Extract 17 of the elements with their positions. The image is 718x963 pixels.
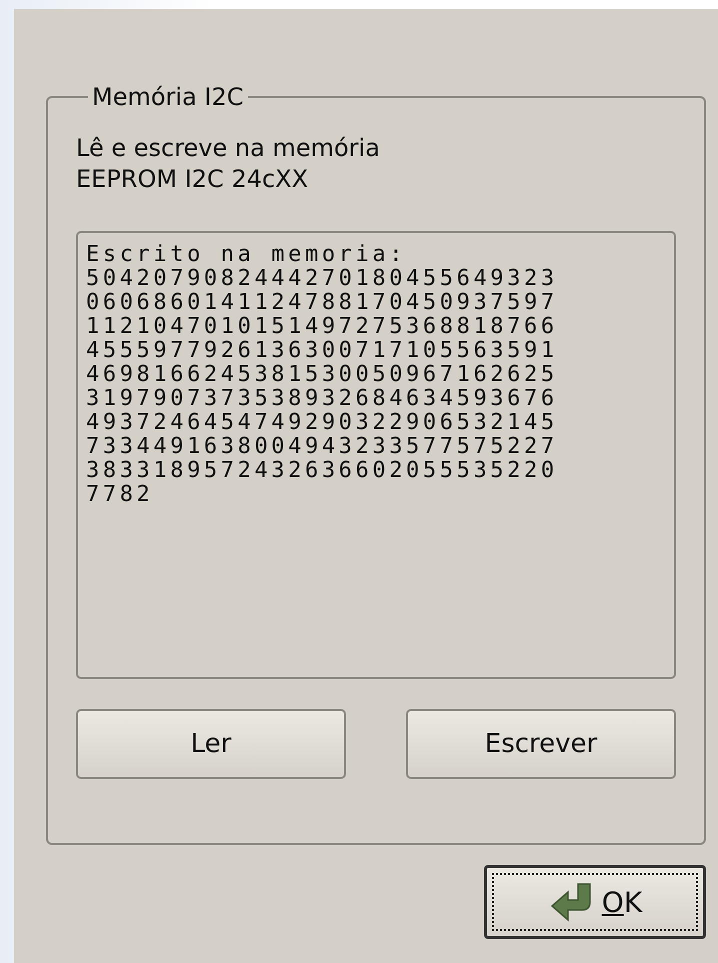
memory-text-line: 3833189572432636602055535220 [86,459,558,483]
memory-text-line: Escrito na memoria: [86,243,406,267]
action-button[interactable]: Ler [76,709,346,779]
action-button[interactable]: Escrever [406,709,676,779]
memory-text-line: 7334491638004943233577575227 [86,435,558,459]
memory-text-line: 4698166245381530050967162625 [86,363,558,387]
memory-text-line: 4555977926136300717105563591 [86,339,558,363]
group-title: Memória I2C [91,83,245,111]
ok-button[interactable]: OK [484,865,706,939]
memory-text-line: 1121047010151497275368818766 [86,315,558,339]
memory-text-line: 3197907373538932684634593676 [86,387,558,411]
memory-text-line: 7782 [86,483,154,507]
memory-text-area[interactable] [76,231,676,679]
memory-text-line: 4937246454749290322906532145 [86,411,558,435]
memory-text-line: 5042079082444270180455649323 [86,267,558,291]
memory-text-line: 0606860141124788170450937597 [86,291,558,315]
description-text: Lê e escreve na memória EEPROM I2C 24cXX [76,133,381,195]
